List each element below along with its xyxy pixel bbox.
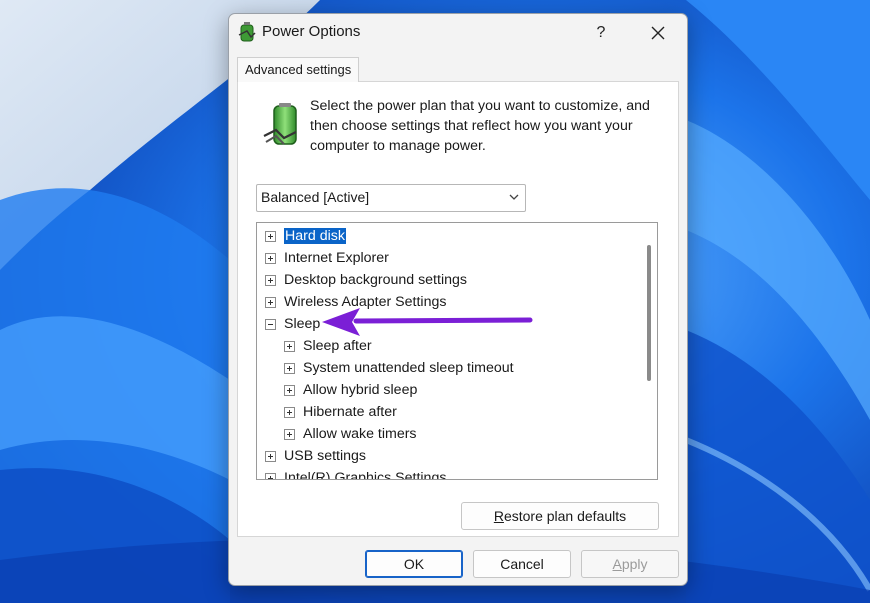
chevron-down-icon <box>509 194 519 200</box>
description-text: Select the power plan that you want to c… <box>310 98 650 154</box>
tree-item[interactable]: Sleep after <box>284 335 372 357</box>
restore-plan-defaults-button[interactable]: Restore plan defaults <box>461 502 659 530</box>
tree-item-label: Internet Explorer <box>284 250 389 266</box>
tree-item[interactable]: Sleep <box>265 313 320 335</box>
settings-tree[interactable]: Hard disk Internet Explorer Desktop backgr… <box>256 222 658 480</box>
tree-scrollbar[interactable] <box>647 245 651 381</box>
tree-item-label: System unattended sleep timeout <box>303 360 514 376</box>
window-title: Power Options <box>262 23 361 40</box>
expand-plus-icon[interactable] <box>284 362 295 374</box>
tree-item[interactable]: Internet Explorer <box>265 247 389 269</box>
tree-item[interactable]: Hard disk <box>265 225 346 247</box>
tree-item[interactable]: System unattended sleep timeout <box>284 357 514 379</box>
collapse-minus-icon[interactable] <box>265 318 276 330</box>
help-button[interactable]: ? <box>586 19 616 47</box>
tree-item-label: Sleep after <box>303 338 372 354</box>
ok-button[interactable]: OK <box>365 550 463 578</box>
tree-item[interactable]: Desktop background settings <box>265 269 467 291</box>
tree-item-label: Hibernate after <box>303 404 397 420</box>
tab-advanced-settings[interactable]: Advanced settings <box>237 57 360 82</box>
tree-item[interactable]: Allow hybrid sleep <box>284 379 417 401</box>
tree-item[interactable]: Wireless Adapter Settings <box>265 291 446 313</box>
expand-plus-icon[interactable] <box>265 296 276 308</box>
tree-item-label: Wireless Adapter Settings <box>284 294 447 310</box>
power-options-dialog: Power Options ? Advanced settings Select… <box>228 13 688 586</box>
expand-plus-icon[interactable] <box>284 384 295 396</box>
title-bar[interactable]: Power Options ? <box>229 14 687 52</box>
plan-dropdown-value: Balanced [Active] <box>261 189 370 205</box>
tree-item-label: Intel(R) Graphics Settings <box>284 470 447 480</box>
tree-item-label: USB settings <box>284 448 367 464</box>
power-plan-battery-icon <box>263 103 297 145</box>
cancel-button[interactable]: Cancel <box>473 550 571 578</box>
apply-button[interactable]: Apply <box>581 550 679 578</box>
expand-plus-icon[interactable] <box>265 274 276 286</box>
tree-item-label: Sleep <box>284 316 321 332</box>
close-icon <box>651 26 665 40</box>
tree-item-label: Desktop background settings <box>284 272 467 288</box>
tree-item-label: Hard disk <box>284 228 346 244</box>
tree-item-label: Allow wake timers <box>303 426 417 442</box>
restore-label: estore plan defaults <box>503 508 627 524</box>
apply-mnemonic: A <box>612 556 622 572</box>
expand-plus-icon[interactable] <box>265 230 276 242</box>
expand-plus-icon[interactable] <box>265 472 276 479</box>
advanced-settings-panel: Select the power plan that you want to c… <box>237 81 679 537</box>
power-battery-icon <box>238 22 256 42</box>
expand-plus-icon[interactable] <box>284 428 295 440</box>
tree-item[interactable]: Allow wake timers <box>284 423 417 445</box>
expand-plus-icon[interactable] <box>265 450 276 462</box>
power-plan-dropdown[interactable]: Balanced [Active] <box>256 184 526 212</box>
close-button[interactable] <box>641 19 675 47</box>
tree-item[interactable]: USB settings <box>265 445 366 467</box>
apply-label: pply <box>621 556 648 572</box>
tree-item-label: Allow hybrid sleep <box>303 382 418 398</box>
tree-item[interactable]: Hibernate after <box>284 401 397 423</box>
expand-plus-icon[interactable] <box>284 340 295 352</box>
tree-item[interactable]: Intel(R) Graphics Settings <box>265 467 447 480</box>
restore-mnemonic: R <box>493 508 504 524</box>
expand-plus-icon[interactable] <box>284 406 295 418</box>
expand-plus-icon[interactable] <box>265 252 276 264</box>
